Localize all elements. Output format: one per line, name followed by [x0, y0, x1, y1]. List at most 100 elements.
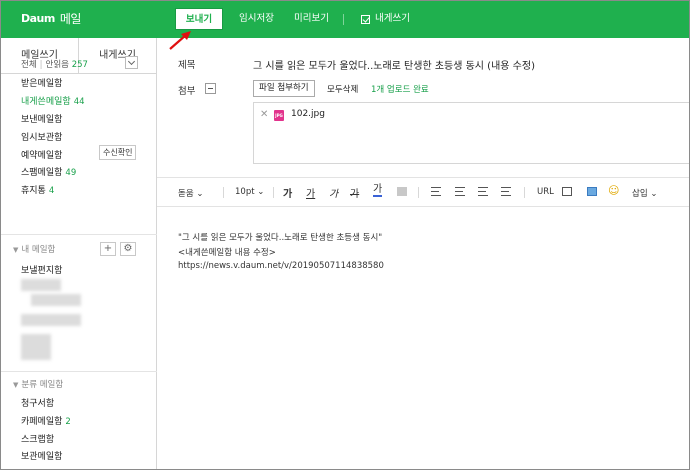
folder-label: 받은메일함 [21, 79, 63, 89]
sidebar-item-inbox[interactable]: 받은메일함 [21, 76, 62, 89]
delete-all-button[interactable]: 모두삭제 [327, 83, 358, 95]
body-line[interactable]: https://news.v.daum.net/v/20190507114838… [178, 261, 384, 271]
font-size-select[interactable]: 10pt ⌄ [235, 187, 264, 197]
subject-input[interactable]: 그 시를 읽은 모두가 울었다..노래로 탄생한 초등생 동시 (내용 수정) [253, 57, 535, 72]
folder-label: 임시보관함 [21, 133, 63, 143]
folder-label: 내게쓴메일함 [21, 97, 71, 107]
image-file-icon [274, 110, 284, 121]
gear-icon[interactable]: ⚙ [120, 242, 136, 256]
sidebar-divider [1, 234, 157, 235]
save-draft-button[interactable]: 임시저장 [229, 8, 284, 30]
folder-label: 예약메일함 [21, 151, 63, 161]
blurred-folder [21, 334, 51, 360]
attach-file-button[interactable]: 파일 첨부하기 [253, 80, 315, 97]
unread-link[interactable]: 안읽음 [46, 60, 69, 70]
numbered-list-icon[interactable] [455, 187, 465, 196]
my-mailbox-header[interactable]: ▼ 내 메일함 [13, 243, 55, 255]
self-mail-label: 내게쓰기 [375, 13, 410, 24]
self-mail-toggle[interactable]: 내게쓰기 [351, 8, 420, 30]
chevron-down-icon: ⌄ [257, 187, 265, 197]
table-icon[interactable] [587, 187, 597, 196]
font-size-value: 10pt [235, 187, 255, 197]
folder-label: 스크랩함 [21, 435, 55, 445]
upload-status: 1개 업로드 완료 [371, 85, 429, 95]
folder-label: 스팸메일함 [21, 168, 63, 178]
chevron-down-icon: ▼ [13, 381, 19, 389]
chevron-down-icon: ▼ [13, 246, 19, 254]
service-text: 메일 [59, 12, 82, 26]
category-mailbox-header[interactable]: ▼ 분류 메일함 [13, 378, 63, 390]
mail-summary: 전체 | 안읽음 257 [21, 60, 88, 70]
strikethrough-button[interactable]: 가 [350, 185, 359, 200]
top-bar: Daum 메일 보내기 임시저장 미리보기 내게쓰기 [1, 1, 689, 38]
body-line[interactable]: "그 시를 읽은 모두가 울었다..노래로 탄생한 초등생 동시" [178, 231, 382, 243]
toolbar-divider [273, 187, 274, 198]
unread-count: 257 [71, 60, 88, 70]
close-icon[interactable]: ✕ [260, 109, 268, 120]
insert-label: 삽입 [632, 189, 648, 199]
font-value: 돋움 [178, 189, 194, 199]
chevron-down-icon[interactable] [125, 56, 138, 69]
daum-logo[interactable]: Daum 메일 [21, 10, 81, 27]
add-folder-icon[interactable]: + [100, 242, 116, 256]
section-label: 분류 메일함 [21, 380, 64, 390]
font-select[interactable]: 돋움 ⌄ [178, 187, 203, 199]
mail-compose-window: Daum 메일 보내기 임시저장 미리보기 내게쓰기 메일쓰기 내게쓰기 전체 |… [0, 0, 690, 470]
chevron-down-icon: ⌄ [196, 189, 204, 199]
insert-menu[interactable]: 삽입 ⌄ [632, 187, 657, 199]
sidebar-item-scrap[interactable]: 스크랩함 [21, 432, 54, 445]
toolbar-divider [223, 187, 224, 198]
folder-count: 49 [65, 168, 77, 178]
toolbar-divider [343, 14, 344, 25]
folder-label: 보관메일함 [21, 452, 63, 462]
attach-label: 첨부 [178, 86, 196, 97]
italic-button[interactable]: 가 [329, 185, 338, 200]
bold-button[interactable]: 가 [283, 185, 292, 200]
sidebar-item-outbox[interactable]: 보낼편지함 [21, 263, 62, 276]
folder-label: 카페메일함 [21, 417, 63, 427]
blurred-folder [21, 314, 81, 326]
tab-self-compose[interactable]: 내게쓰기 [79, 38, 156, 73]
red-arrow-annotation [169, 31, 191, 50]
brand-text: Daum [21, 12, 55, 25]
body-line[interactable]: <내게쓴메일함 내용 수정> [178, 246, 276, 258]
sidebar-item-sent[interactable]: 보낸메일함 [21, 112, 62, 125]
text-color-button[interactable]: 가 [373, 185, 383, 197]
indent-icon[interactable] [478, 187, 488, 196]
sidebar-item-scheduled[interactable]: 예약메일함 [21, 148, 62, 161]
preview-button[interactable]: 미리보기 [284, 8, 339, 30]
line-spacing-icon[interactable] [501, 187, 511, 196]
underline-button[interactable]: 가 [306, 185, 315, 200]
sidebar-item-cafe[interactable]: 카페메일함 2 [21, 414, 71, 427]
attachment-file-name: 102.jpg [291, 109, 325, 119]
sidebar-item-archive[interactable]: 보관메일함 [21, 449, 62, 462]
image-icon[interactable] [562, 187, 572, 196]
sidebar-item-bills[interactable]: 청구서함 [21, 396, 54, 409]
checkbox-icon[interactable] [361, 14, 370, 24]
send-button[interactable]: 보내기 [175, 8, 223, 30]
sidebar-item-spam[interactable]: 스팸메일함 49 [21, 165, 76, 178]
subject-label: 제목 [178, 60, 196, 71]
section-label: 내 메일함 [21, 245, 56, 255]
link-button[interactable]: URL [537, 187, 554, 197]
align-left-icon[interactable] [431, 187, 441, 196]
highlight-icon[interactable] [397, 187, 407, 196]
folder-label: 보낼편지함 [21, 266, 63, 276]
sidebar-item-self-mail[interactable]: 내게쓴메일함 44 [21, 94, 85, 107]
toolbar-divider [418, 187, 419, 198]
folder-label: 휴지통 [21, 186, 46, 196]
folder-count: 4 [48, 186, 55, 196]
chevron-down-icon: ⌄ [650, 189, 658, 199]
folder-label: 보낸메일함 [21, 115, 63, 125]
folder-count: 44 [73, 97, 85, 107]
folder-count: 2 [65, 417, 71, 427]
toolbar-divider [524, 187, 525, 198]
emoticon-icon[interactable]: ☺ [608, 184, 619, 197]
folder-label: 청구서함 [21, 399, 55, 409]
sidebar-item-drafts[interactable]: 임시보관함 [21, 130, 62, 143]
blurred-folder [21, 279, 61, 291]
sidebar-item-trash[interactable]: 휴지통 4 [21, 183, 54, 196]
receipt-check-button[interactable]: 수신확인 [99, 145, 137, 160]
all-mail-link[interactable]: 전체 [21, 60, 37, 70]
collapse-attach-icon[interactable] [205, 83, 216, 94]
